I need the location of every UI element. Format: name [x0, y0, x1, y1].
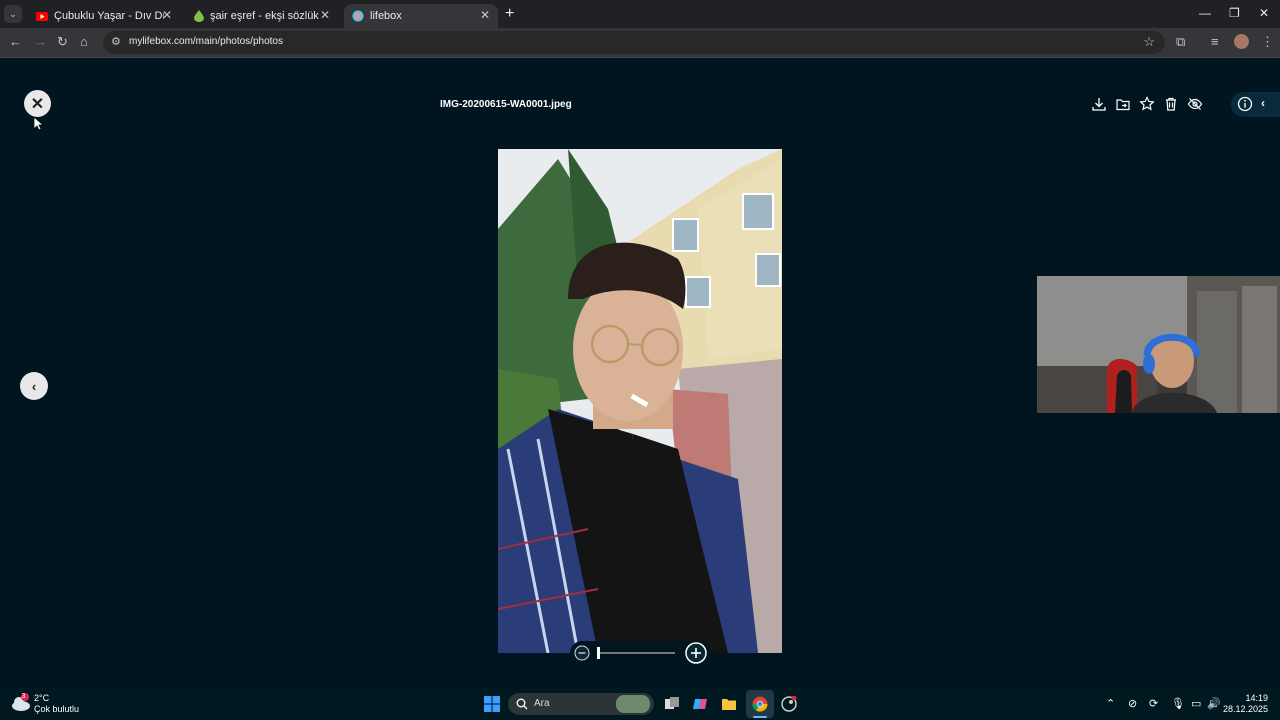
sync-icon[interactable]: ⟳: [1149, 697, 1158, 710]
lifebox-icon: [352, 10, 364, 22]
tab-strip: ⌄ Çubuklu Yaşar - Dıv Dıv (Of ✕ şair eşr…: [0, 0, 1280, 28]
download-icon[interactable]: [1091, 96, 1107, 112]
search-highlight-image: [616, 695, 650, 713]
back-arrow-icon[interactable]: ←: [9, 34, 22, 49]
restore-icon[interactable]: ❐: [1229, 6, 1240, 20]
weather-temp: 2°C: [34, 693, 50, 703]
taskbar-search[interactable]: Ara: [508, 693, 654, 715]
site-settings-icon[interactable]: ⚙: [111, 35, 121, 48]
search-placeholder: Ara: [534, 698, 550, 709]
profile-avatar[interactable]: [1234, 34, 1249, 49]
show-hidden-icons-icon[interactable]: ⌃: [1106, 697, 1115, 710]
delete-trash-icon[interactable]: [1163, 96, 1179, 112]
close-tab-icon[interactable]: ✕: [480, 8, 490, 22]
mouse-cursor-icon: [34, 117, 44, 131]
previous-photo-button[interactable]: ‹: [20, 372, 48, 400]
minimize-icon[interactable]: —: [1199, 6, 1211, 20]
drop-icon: [194, 10, 204, 22]
search-icon: [516, 698, 528, 710]
browser-toolbar: ← → ↻ ⌂ ⚙ mylifebox.com/main/photos/phot…: [0, 28, 1280, 57]
tab-title: Çubuklu Yaşar - Dıv Dıv (Of: [54, 10, 164, 22]
network-off-icon[interactable]: ⊘: [1128, 697, 1137, 710]
menu-dots-icon[interactable]: ⋮: [1261, 34, 1274, 50]
info-panel-toggle[interactable]: ‹: [1231, 92, 1280, 117]
close-icon: ✕: [30, 95, 45, 113]
home-icon[interactable]: ⌂: [80, 34, 88, 49]
address-bar[interactable]: ⚙ mylifebox.com/main/photos/photos ☆: [103, 31, 1165, 54]
close-tab-icon[interactable]: ✕: [320, 8, 330, 22]
photo-image: [498, 149, 782, 653]
close-viewer-button[interactable]: ✕: [24, 90, 51, 117]
chevron-left-icon[interactable]: ‹: [1261, 96, 1265, 110]
tab-search-dropdown[interactable]: ⌄: [4, 5, 22, 23]
chevron-left-icon: ‹: [31, 378, 37, 394]
tab-title: şair eşref - ekşi sözlük: [210, 10, 319, 22]
youtube-icon: [36, 11, 48, 21]
hide-eye-icon[interactable]: [1187, 96, 1203, 112]
zoom-control: [570, 641, 710, 665]
weather-desc: Çok bulutlu: [34, 704, 80, 714]
close-tab-icon[interactable]: ✕: [162, 8, 172, 22]
close-window-icon[interactable]: ✕: [1259, 6, 1269, 20]
task-view-icon[interactable]: [664, 696, 680, 712]
zoom-in-icon[interactable]: [685, 642, 707, 664]
zoom-slider-track[interactable]: [598, 652, 675, 654]
active-app-indicator: [753, 716, 767, 718]
new-tab-icon[interactable]: +: [505, 5, 514, 23]
favorite-star-icon[interactable]: [1139, 96, 1155, 112]
clock-time[interactable]: 14:19: [1245, 693, 1268, 703]
forward-arrow-icon[interactable]: →: [34, 34, 47, 49]
reload-icon[interactable]: ↻: [57, 34, 68, 50]
zoom-out-icon[interactable]: [574, 645, 590, 661]
windows-start-icon[interactable]: [484, 696, 500, 712]
clock-date[interactable]: 28.12.2025: [1223, 704, 1268, 714]
media-control-icon[interactable]: ≡: [1211, 34, 1219, 49]
chrome-icon: [752, 696, 768, 712]
zoom-slider-thumb[interactable]: [597, 647, 600, 659]
weather-badge: 3: [21, 693, 26, 700]
info-icon[interactable]: [1237, 96, 1253, 112]
webcam-overlay: [1037, 276, 1280, 413]
bookmark-star-icon[interactable]: ☆: [1143, 34, 1155, 50]
microphone-icon[interactable]: 🎙: [1171, 697, 1185, 710]
divider: [0, 57, 1280, 58]
extensions-icon[interactable]: ⧉: [1176, 34, 1185, 50]
tab-title: lifebox: [370, 10, 402, 22]
steam-icon[interactable]: [781, 696, 797, 712]
tab-eksi[interactable]: şair eşref - ekşi sözlük ✕: [186, 4, 338, 28]
tab-lifebox[interactable]: lifebox ✕: [344, 4, 498, 28]
tab-youtube[interactable]: Çubuklu Yaşar - Dıv Dıv (Of ✕: [28, 4, 180, 28]
volume-icon[interactable]: 🔊: [1207, 697, 1221, 710]
display-icon[interactable]: ▭: [1191, 697, 1201, 710]
url-text: mylifebox.com/main/photos/photos: [129, 36, 283, 47]
copilot-icon[interactable]: [692, 696, 708, 712]
move-folder-icon[interactable]: [1115, 96, 1131, 112]
photo-filename: IMG-20200615-WA0001.jpeg: [440, 99, 572, 110]
file-explorer-icon[interactable]: [721, 696, 737, 712]
